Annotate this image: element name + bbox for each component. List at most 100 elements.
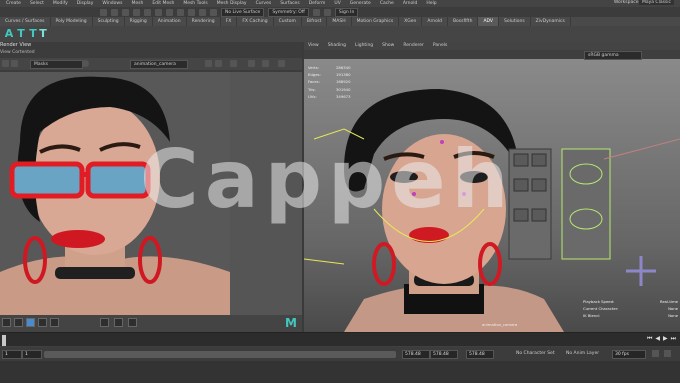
settings-icon[interactable] <box>278 60 285 67</box>
menu-surfaces[interactable]: Surfaces <box>280 1 300 6</box>
sign-in-button[interactable]: Sign In <box>334 7 359 17</box>
menu-help[interactable]: Help <box>426 1 436 6</box>
layout-single-icon[interactable] <box>100 318 109 327</box>
rotate-tool-icon[interactable] <box>14 318 23 327</box>
menu-display[interactable]: Display <box>77 1 94 6</box>
shelf-tab[interactable]: Curves / Surfaces <box>0 17 51 26</box>
render-view-menu[interactable]: View Cortented <box>0 50 35 55</box>
shelf-tab[interactable]: Custom <box>274 17 302 26</box>
vp-menu-show[interactable]: Show <box>382 42 394 50</box>
fit-icon[interactable] <box>205 60 212 67</box>
playback-end-field[interactable]: 578.48 <box>402 350 430 359</box>
play-forward-icon[interactable]: ▶ <box>663 335 668 343</box>
open-scene-icon[interactable] <box>111 8 118 16</box>
layer-select[interactable]: Masks <box>30 60 83 69</box>
render-frame-icon[interactable] <box>2 60 9 67</box>
play-back-icon[interactable]: ◀ <box>655 335 660 343</box>
display-icon[interactable] <box>248 60 255 67</box>
adv-walk-icon[interactable]: T <box>38 28 48 40</box>
keep-image-icon[interactable] <box>230 60 237 67</box>
menu-mesh[interactable]: Mesh <box>131 1 143 6</box>
vp-menu-renderer[interactable]: Renderer <box>403 42 424 50</box>
menu-mesh-tools[interactable]: Mesh Tools <box>183 1 207 6</box>
go-end-icon[interactable]: ⏭ <box>671 335 676 343</box>
shelf-tab[interactable]: Arnold <box>422 17 448 26</box>
rgb-icon[interactable] <box>262 60 269 67</box>
shelf-tab[interactable]: ZivDynamics <box>531 17 571 26</box>
fps-select[interactable]: 30 fps <box>612 350 646 359</box>
range-slider[interactable] <box>44 351 396 358</box>
menu-curves[interactable]: Curves <box>256 1 272 6</box>
shelf-tab-adv[interactable]: ADV <box>478 17 499 26</box>
time-slider[interactable]: ⏮ ◀ ▶ ⏭ <box>0 332 680 348</box>
shelf-tab[interactable]: Rendering <box>187 17 221 26</box>
menu-create[interactable]: Create <box>6 1 21 6</box>
shelf-tab[interactable]: MASH <box>327 17 352 26</box>
menu-uv[interactable]: UV <box>334 1 340 6</box>
ipr-icon[interactable] <box>323 8 331 16</box>
redo-icon[interactable] <box>144 8 151 16</box>
shelf-tab[interactable]: Bossfifth <box>448 17 479 26</box>
vp-menu-view[interactable]: View <box>308 42 319 50</box>
snapshot-icon[interactable] <box>82 60 89 67</box>
undo-icon[interactable] <box>133 8 140 16</box>
shelf-tab[interactable]: FX <box>221 17 238 26</box>
shelf-tab[interactable]: Motion Graphics <box>352 17 400 26</box>
shelf-tab[interactable]: Poly Modeling <box>51 17 93 26</box>
grid-icon[interactable] <box>50 318 59 327</box>
shelf-tab[interactable]: Animation <box>153 17 187 26</box>
symmetry-select[interactable]: Symmetry: Off <box>268 7 309 17</box>
command-line[interactable] <box>0 361 680 383</box>
live-surface-select[interactable]: No Live Surface <box>221 7 265 17</box>
new-scene-icon[interactable] <box>100 8 107 16</box>
paint-tool-icon[interactable] <box>177 8 184 16</box>
frame-icon[interactable] <box>38 318 47 327</box>
menu-generate[interactable]: Generate <box>350 1 371 6</box>
adv-picker-icon[interactable]: T <box>16 28 26 40</box>
scale-tool-icon[interactable] <box>26 318 35 327</box>
key-icon[interactable] <box>652 350 659 357</box>
menu-arnold[interactable]: Arnold <box>403 1 418 6</box>
menu-windows[interactable]: Windows <box>102 1 122 6</box>
workspace-select[interactable]: Maya Classic <box>638 0 674 5</box>
adv-selector-icon[interactable]: T <box>28 28 38 40</box>
vp-menu-panels[interactable]: Panels <box>433 42 447 50</box>
playback-start-field[interactable]: 1 <box>22 350 42 359</box>
select-tool-icon[interactable] <box>155 8 162 16</box>
go-start-icon[interactable]: ⏮ <box>647 335 652 343</box>
snap-curve-icon[interactable] <box>199 8 206 16</box>
move-tool-icon[interactable] <box>2 318 11 327</box>
zoom-icon[interactable] <box>215 60 222 67</box>
anim-layer-select[interactable]: No Anim Layer <box>566 351 599 356</box>
menu-edit-mesh[interactable]: Edit Mesh <box>152 1 174 6</box>
save-scene-icon[interactable] <box>122 8 129 16</box>
layout-side-icon[interactable] <box>128 318 137 327</box>
shelf-tab[interactable]: XGen <box>399 17 423 26</box>
menu-deform[interactable]: Deform <box>309 1 326 6</box>
prefs-icon[interactable] <box>664 350 671 357</box>
scene-end-field[interactable]: 578.48 <box>430 350 458 359</box>
shelf-tab[interactable]: Rigging <box>125 17 153 26</box>
menu-mesh-display[interactable]: Mesh Display <box>217 1 247 6</box>
render-region-icon[interactable] <box>11 60 18 67</box>
layout-four-icon[interactable] <box>114 318 123 327</box>
menu-select[interactable]: Select <box>30 1 44 6</box>
menu-modify[interactable]: Modify <box>53 1 68 6</box>
snap-point-icon[interactable] <box>210 8 217 16</box>
character-set-select[interactable]: No Character Set <box>516 351 555 356</box>
vp-menu-lighting[interactable]: Lighting <box>355 42 373 50</box>
shelf-tab[interactable]: Solutions <box>499 17 531 26</box>
snap-grid-icon[interactable] <box>188 8 195 16</box>
lasso-tool-icon[interactable] <box>166 8 173 16</box>
adv-main-icon[interactable]: A <box>4 28 14 40</box>
max-end-field[interactable]: 578.48 <box>466 350 494 359</box>
vp-menu-shading[interactable]: Shading <box>328 42 346 50</box>
render-icon[interactable] <box>312 8 320 16</box>
shelf-tab[interactable]: FX Caching <box>237 17 274 26</box>
menu-cache[interactable]: Cache <box>380 1 394 6</box>
current-frame-marker[interactable] <box>2 335 6 346</box>
shelf-tab[interactable]: Sculpting <box>93 17 125 26</box>
camera-select[interactable]: animation_camera <box>130 60 188 69</box>
scene-start-field[interactable]: 1 <box>2 350 22 359</box>
shelf-tab[interactable]: Bifrost <box>302 17 328 26</box>
